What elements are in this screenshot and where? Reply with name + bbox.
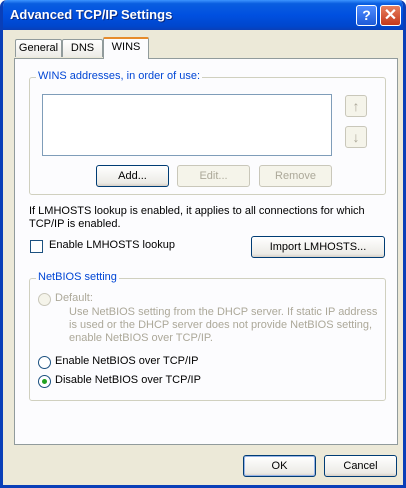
remove-button[interactable]: Remove	[259, 165, 332, 187]
lmhosts-info-text: If LMHOSTS lookup is enabled, it applies…	[29, 205, 365, 230]
enable-netbios-label[interactable]: Enable NetBIOS over TCP/IP	[55, 355, 198, 367]
wins-address-list[interactable]	[42, 94, 332, 156]
wins-addresses-label: WINS addresses, in order of use:	[36, 70, 203, 82]
netbios-default-label[interactable]: Default:	[55, 292, 93, 304]
netbios-default-radio[interactable]	[38, 293, 51, 306]
dialog-window: Advanced TCP/IP Settings ? ✕ General DNS…	[0, 0, 406, 488]
tab-general[interactable]: General	[15, 39, 62, 57]
disable-netbios-label[interactable]: Disable NetBIOS over TCP/IP	[55, 374, 201, 386]
title-bar[interactable]: Advanced TCP/IP Settings ? ✕	[3, 0, 403, 30]
window-title: Advanced TCP/IP Settings	[10, 7, 173, 22]
add-button[interactable]: Add...	[96, 165, 169, 187]
netbios-setting-group: NetBIOS setting Default: Use NetBIOS set…	[29, 271, 386, 401]
tab-wins[interactable]: WINS	[103, 37, 149, 59]
down-arrow-icon: ↓	[352, 129, 360, 145]
radio-selected-dot	[42, 379, 47, 384]
enable-netbios-radio[interactable]	[38, 356, 51, 369]
tab-dns[interactable]: DNS	[62, 39, 103, 57]
ok-button[interactable]: OK	[243, 455, 316, 477]
cancel-button[interactable]: Cancel	[324, 455, 397, 477]
edit-button[interactable]: Edit...	[177, 165, 250, 187]
disable-netbios-radio[interactable]	[38, 375, 51, 388]
netbios-default-description: Use NetBIOS setting from the DHCP server…	[69, 306, 378, 344]
enable-lmhosts-label[interactable]: Enable LMHOSTS lookup	[49, 239, 175, 251]
enable-lmhosts-checkbox[interactable]	[30, 240, 43, 253]
netbios-setting-label: NetBIOS setting	[36, 271, 119, 283]
help-button[interactable]: ?	[356, 5, 377, 26]
move-down-button[interactable]: ↓	[345, 126, 367, 148]
move-up-button[interactable]: ↑	[345, 95, 367, 117]
wins-addresses-group: WINS addresses, in order of use: ↑ ↓ Add…	[29, 70, 386, 195]
close-button[interactable]: ✕	[380, 5, 401, 26]
up-arrow-icon: ↑	[352, 98, 360, 114]
import-lmhosts-button[interactable]: Import LMHOSTS...	[251, 236, 385, 258]
tab-panel-wins: WINS addresses, in order of use: ↑ ↓ Add…	[14, 58, 398, 445]
